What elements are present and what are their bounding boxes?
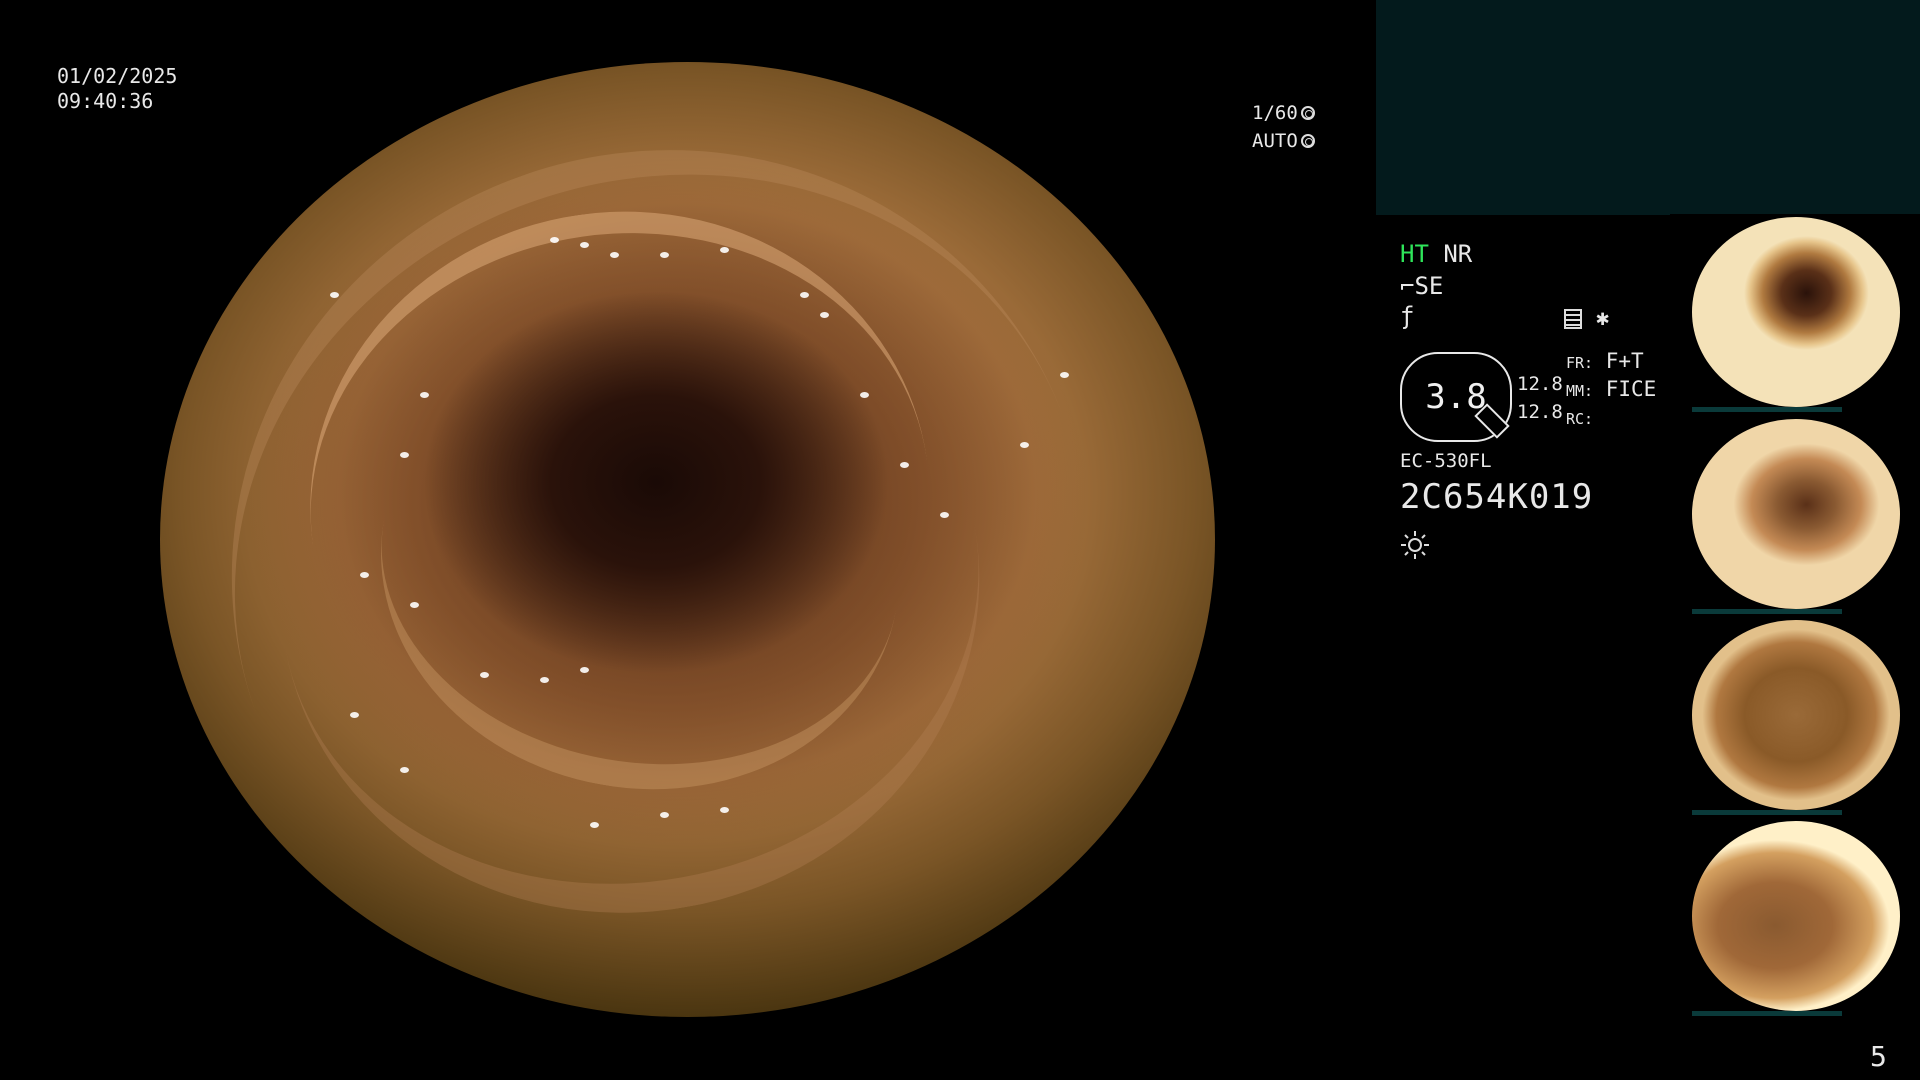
glare [610, 252, 619, 258]
glare [550, 237, 559, 243]
mm-label: MM: [1566, 382, 1594, 400]
endoscopic-main-view [160, 62, 1215, 1017]
scope-model: EC-530FL [1400, 450, 1492, 472]
date-time: 01/02/2025 09:40:36 [57, 64, 177, 114]
shutter-icon [1300, 106, 1315, 120]
light-icon [1401, 531, 1429, 559]
glare [820, 312, 829, 318]
glare [1020, 442, 1029, 448]
thumbnail-3[interactable] [1670, 617, 1920, 815]
glare [720, 807, 729, 813]
se-label: SE [1414, 272, 1444, 300]
glare [410, 602, 419, 608]
status-ht-nr: HT NR [1400, 240, 1472, 268]
scope-serial: 2C654K019 [1400, 477, 1594, 517]
page-number: 5 [1870, 1040, 1887, 1073]
glare [580, 667, 589, 673]
date-text: 01/02/2025 [57, 64, 178, 88]
thumbnail-caption [1672, 220, 1692, 280]
se-icon: ⌐ [1400, 272, 1415, 300]
rc-label: RC: [1566, 410, 1594, 428]
glare [350, 712, 359, 718]
glare [420, 392, 429, 398]
shutter-speed: 1/60 [1252, 102, 1298, 124]
thumbnail-bar [1692, 1011, 1842, 1016]
glare [900, 462, 909, 468]
glare [540, 677, 549, 683]
glare [660, 812, 669, 818]
mm-value: FICE [1605, 377, 1657, 401]
iris-row: AUTO [1252, 127, 1315, 155]
glare [480, 672, 489, 678]
glare [400, 452, 409, 458]
side-icons: ✱ [1564, 306, 1609, 331]
glare [860, 392, 869, 398]
value-1: 12.8 [1517, 373, 1563, 395]
glare [330, 292, 339, 298]
list-icon [1564, 308, 1582, 329]
mode-settings: FR: F+T MM: FICE RC: [1566, 348, 1656, 432]
indicator-values: 12.8 12.8 [1517, 370, 1563, 426]
exposure-info: 1/60 AUTO [1252, 99, 1315, 155]
endoscopy-screen: 01/02/2025 09:40:36 1/60 AUTO HT NR ⌐SE … [0, 0, 1920, 1080]
thumbnail-image [1692, 620, 1900, 810]
asterisk-icon: ✱ [1596, 306, 1610, 331]
thumbnail-caption [1672, 824, 1692, 884]
glare [800, 292, 809, 298]
nr-label: NR [1443, 240, 1473, 268]
thumbnail-2[interactable] [1670, 416, 1920, 614]
glare [940, 512, 949, 518]
enhance-icon: ƒ [1400, 302, 1415, 330]
shutter-row: 1/60 [1252, 99, 1315, 127]
fr-label: FR: [1566, 354, 1594, 372]
value-2: 12.8 [1517, 401, 1563, 423]
se-row: ⌐SE [1400, 272, 1443, 300]
time-text: 09:40:36 [57, 89, 154, 113]
glare [360, 572, 369, 578]
glare [590, 822, 599, 828]
glare [400, 767, 409, 773]
iris-icon [1300, 134, 1315, 148]
glare [720, 247, 729, 253]
glare [580, 242, 589, 248]
thumbnail-image [1692, 217, 1900, 407]
iris-mode: AUTO [1252, 130, 1298, 152]
thumbnail-4[interactable] [1670, 818, 1920, 1016]
info-panel [1376, 0, 1920, 215]
thumbnail-1[interactable] [1670, 214, 1920, 412]
thumbnail-caption [1672, 623, 1692, 683]
thumbnail-image [1692, 821, 1900, 1011]
ht-label: HT [1400, 240, 1429, 268]
thumbnail-image [1692, 419, 1900, 609]
thumbnail-bar [1692, 609, 1842, 614]
thumbnail-caption [1672, 422, 1692, 482]
thumbnail-bar [1692, 810, 1842, 815]
fr-value: F+T [1605, 349, 1644, 373]
thumbnail-bar [1692, 407, 1842, 412]
glare [660, 252, 669, 258]
glare [1060, 372, 1069, 378]
